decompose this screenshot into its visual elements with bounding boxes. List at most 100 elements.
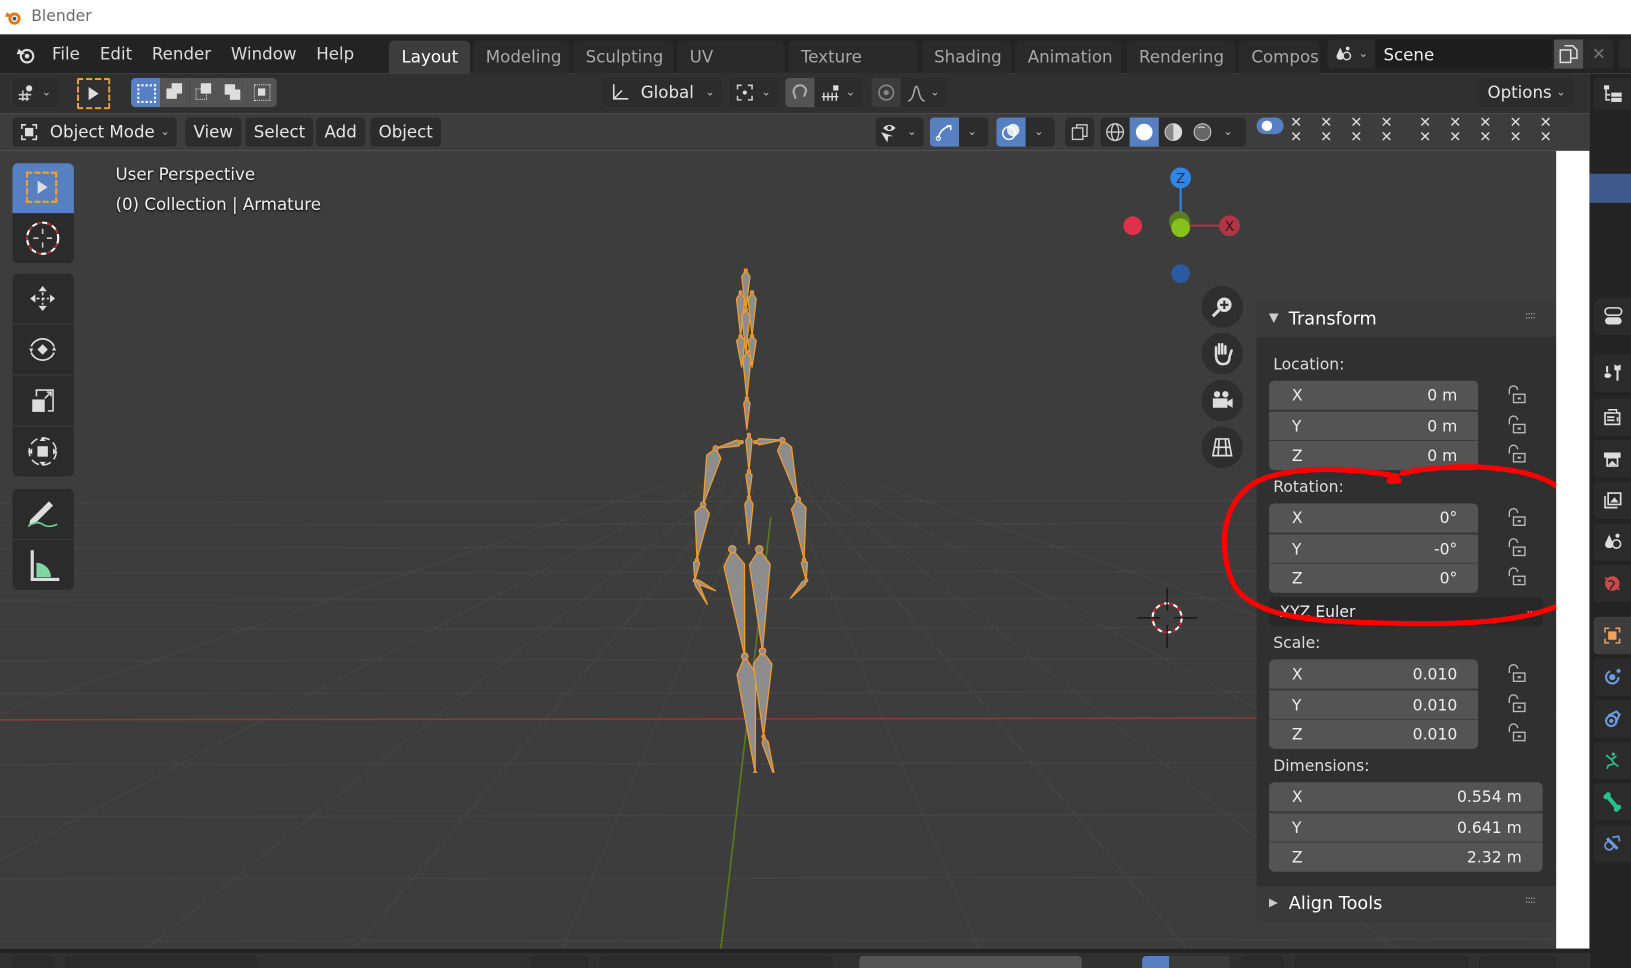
object-type-visibility-toggle[interactable]: ✕ ✕ [1376, 115, 1397, 148]
dimensions-y-field[interactable]: Y 0.641 m [1269, 811, 1543, 843]
menu-window[interactable]: Window [231, 44, 297, 64]
tool-rotate[interactable] [12, 324, 74, 375]
status-button[interactable] [530, 955, 589, 968]
tab-texture-paint[interactable]: Texture Paint [788, 40, 918, 99]
transform-panel-header[interactable]: ▼ Transform :::: [1256, 301, 1557, 338]
tab-uv-editing[interactable]: UV Editing [677, 40, 785, 99]
physics-properties-tab[interactable] [1593, 658, 1631, 696]
options-dropdown[interactable]: Options ⌄ [1477, 78, 1573, 108]
bone-properties-tab[interactable] [1593, 783, 1631, 821]
object-type-visibility-toggle[interactable]: ✕ ✕ [1505, 115, 1526, 148]
menu-help[interactable]: Help [316, 44, 354, 64]
gizmo-toggle[interactable] [929, 117, 960, 147]
object-type-visibility-toggle[interactable]: ✕ ✕ [1475, 115, 1496, 148]
status-filter-button[interactable] [1239, 955, 1284, 968]
proportional-editing-toggle[interactable] [871, 78, 901, 108]
tool-transform[interactable] [12, 426, 74, 477]
dimensions-x-field[interactable]: X 0.554 m [1269, 782, 1543, 812]
3d-viewport[interactable]: User Perspective (0) Collection | Armatu… [0, 150, 1557, 949]
delete-scene-button[interactable]: ✕ [1584, 39, 1614, 69]
output-properties-tab[interactable] [1593, 440, 1631, 478]
unlocked-padlock-icon[interactable] [1506, 414, 1527, 436]
new-scene-button[interactable] [1554, 39, 1584, 69]
shading-material-button[interactable] [1159, 118, 1188, 147]
editor-type-button[interactable]: ⌄ [12, 78, 59, 108]
object-type-visibility-toggle[interactable]: ✕ ✕ [1316, 115, 1337, 148]
status-toggle[interactable] [1142, 955, 1170, 968]
scene-name-field[interactable]: Scene [1375, 39, 1552, 69]
snap-toggle[interactable] [785, 78, 815, 108]
blender-menu-icon[interactable] [15, 45, 38, 66]
transform-orientation-dropdown[interactable]: Global ⌄ [603, 78, 722, 108]
mode-set-button[interactable] [131, 78, 161, 108]
unlocked-padlock-icon[interactable] [1506, 693, 1527, 714]
tab-modeling[interactable]: Modeling [473, 40, 569, 74]
tab-shading[interactable]: Shading [921, 40, 1012, 74]
mode-intersect-button[interactable] [247, 78, 277, 108]
pan-view-button[interactable] [1201, 332, 1244, 375]
active-tool-select-box[interactable] [76, 78, 111, 110]
drag-handle-icon[interactable]: :::: [1525, 310, 1536, 321]
falloff-curve-icon[interactable] [905, 82, 928, 103]
menu-select[interactable]: Select [245, 117, 314, 147]
drag-handle-icon[interactable]: :::: [1525, 895, 1536, 906]
status-action-editor-dropdown[interactable] [64, 955, 258, 968]
menu-file[interactable]: File [52, 44, 80, 64]
scene-properties-tab[interactable] [1593, 523, 1631, 561]
tab-sculpting[interactable]: Sculpting [573, 40, 674, 74]
mode-subtract-button[interactable] [189, 78, 219, 108]
scale-z-field[interactable]: Z 0.010 [1269, 718, 1479, 749]
tool-cursor[interactable] [12, 213, 74, 264]
shading-solid-button[interactable] [1129, 117, 1159, 147]
properties-navigation-toggle[interactable] [1593, 297, 1631, 335]
view-layer-properties-tab[interactable] [1593, 481, 1631, 520]
status-button[interactable] [599, 955, 833, 968]
object-type-visibility-toggle[interactable]: ✕ ✕ [1286, 115, 1307, 148]
armature-data-tab[interactable] [1593, 741, 1631, 780]
object-type-visibility-toggle[interactable]: ✕ ✕ [1535, 115, 1556, 148]
shading-wireframe-button[interactable] [1101, 118, 1130, 147]
view-layer-button[interactable] [1618, 39, 1631, 69]
unlocked-padlock-icon[interactable] [1506, 385, 1527, 406]
shading-rendered-button[interactable] [1188, 118, 1217, 147]
collection-toggle[interactable] [1256, 117, 1284, 135]
menu-render[interactable]: Render [152, 44, 211, 64]
location-y-field[interactable]: Y 0 m [1269, 410, 1479, 441]
bone-constraints-tab[interactable] [1593, 824, 1631, 863]
tab-layout[interactable]: Layout [389, 40, 471, 74]
unlocked-padlock-icon[interactable] [1506, 723, 1527, 744]
tab-rendering[interactable]: Rendering [1126, 40, 1235, 74]
status-button[interactable] [1479, 955, 1557, 968]
object-type-visibility-toggle[interactable]: ✕ ✕ [1346, 115, 1367, 148]
unlocked-padlock-icon[interactable] [1506, 664, 1527, 685]
tab-animation[interactable]: Animation [1015, 40, 1122, 74]
tool-properties-tab[interactable] [1593, 354, 1631, 393]
menu-object[interactable]: Object [370, 117, 442, 147]
scale-y-field[interactable]: Y 0.010 [1269, 689, 1479, 720]
tool-move[interactable] [12, 273, 74, 324]
mode-invert-button[interactable] [218, 78, 248, 108]
armature-object[interactable] [666, 263, 832, 773]
tool-scale[interactable] [12, 375, 74, 426]
object-type-visibility-toggle[interactable]: ✕ ✕ [1445, 115, 1466, 148]
overlays-toggle[interactable] [996, 117, 1026, 147]
object-properties-tab[interactable] [1593, 616, 1631, 655]
camera-view-button[interactable] [1201, 379, 1244, 422]
selectability-visibility-dropdown[interactable]: ⌄ [875, 117, 924, 147]
constraints-properties-tab[interactable] [1593, 700, 1631, 738]
tool-annotate[interactable] [12, 488, 74, 539]
tool-measure[interactable] [12, 539, 74, 590]
tool-select-box[interactable] [12, 163, 74, 214]
outliner-selected-row[interactable] [1589, 173, 1631, 203]
menu-edit[interactable]: Edit [100, 44, 132, 64]
menu-add[interactable]: Add [316, 117, 366, 147]
scale-x-field[interactable]: X 0.010 [1269, 659, 1479, 689]
mode-extend-button[interactable] [160, 78, 190, 108]
render-properties-tab[interactable] [1593, 398, 1631, 436]
align-tools-panel-header[interactable]: ▶ Align Tools :::: [1256, 886, 1557, 922]
menu-view[interactable]: View [185, 117, 242, 147]
dimensions-z-field[interactable]: Z 2.32 m [1269, 841, 1543, 872]
snap-increment-icon[interactable] [819, 82, 842, 103]
status-field[interactable] [859, 955, 1082, 968]
tab-compositing[interactable]: Compos [1238, 40, 1321, 74]
